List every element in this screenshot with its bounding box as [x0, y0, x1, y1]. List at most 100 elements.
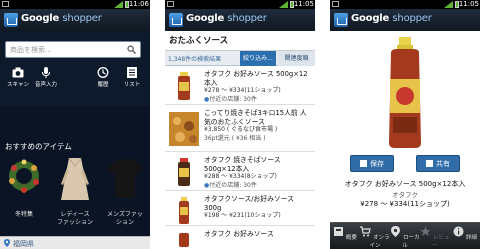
nav-reviews[interactable]: レビュー — [420, 223, 450, 249]
list-icon — [127, 67, 137, 78]
location-pin-icon — [4, 239, 10, 247]
history-icon — [97, 67, 109, 78]
share-icon — [426, 160, 433, 167]
detail-body: 保存 共有 オタフク お好みソース 500g×12本入 オタフク ¥278 ～ … — [330, 31, 480, 249]
recommended-item-label: レディース ファッション — [56, 211, 93, 226]
dress-image — [61, 157, 89, 200]
result-row[interactable]: オタフク お好みソース 500g×12本入 ¥278 ～ ¥334(11ショップ… — [165, 67, 315, 105]
location-label: 福岡県 — [13, 240, 34, 248]
notification-icon — [2, 1, 9, 7]
status-time: 11:05 — [293, 0, 314, 8]
product-thumbnail — [178, 158, 190, 186]
voice-input-button[interactable]: 音声入力 — [31, 67, 61, 88]
product-image — [389, 37, 421, 148]
recommended-heading: おすすめのアイテム — [5, 142, 72, 151]
recommended-item-mens[interactable]: メンズファッ ション — [104, 154, 146, 227]
shopper-logo-icon — [334, 13, 348, 27]
result-title: オタフク お好みソース 500g×12本入 — [204, 70, 308, 87]
result-row[interactable]: オタフク お好みソース — [165, 227, 315, 249]
nav-local[interactable]: ローカル — [390, 223, 420, 249]
search-icon[interactable] — [127, 45, 136, 54]
app-title: Google shopper — [21, 13, 102, 24]
status-time: 11:05 — [458, 0, 479, 8]
home-screen: 11:06 Google shopper 商品を検索... スキャン 音声入力 … — [0, 0, 150, 249]
scan-button[interactable]: スキャン — [3, 67, 33, 88]
result-row[interactable]: オタフク 焼きそばソース 500g×12本入 ¥288 ～ ¥334(8ショップ… — [165, 153, 315, 191]
result-row[interactable]: オタフクソース/お好みソース 300g ¥198 ～ ¥231(10ショップ) — [165, 192, 315, 226]
app-header: Google shopper — [330, 9, 480, 31]
recommended-item-label: メンズファッ ション — [107, 211, 143, 226]
tshirt-image — [107, 158, 143, 198]
signal-icon — [114, 1, 123, 8]
nav-online[interactable]: オンライン — [360, 223, 390, 249]
results-screen: 11:05 Google shopper おたふくソース 1,348件の検索結果… — [165, 0, 315, 249]
cart-icon — [360, 226, 372, 237]
result-text: オタフク 焼きそばソース 500g×12本入 ¥288 ～ ¥334(8ショップ… — [204, 156, 312, 190]
app-header: Google shopper — [165, 9, 315, 31]
app-title: Google shopper — [186, 13, 267, 24]
camera-icon — [12, 67, 24, 78]
sort-button[interactable]: 関連度順 — [278, 51, 315, 66]
list-label: リスト — [123, 82, 141, 88]
tool-bar: スキャン 音声入力 履歴 リスト — [0, 67, 150, 97]
product-thumbnail — [179, 233, 189, 247]
result-price: ¥288 ～ ¥334(8ショップ) — [204, 173, 277, 180]
detail-nav: 概要 オンライン ローカル レビュー 詳細 — [330, 222, 480, 249]
star-icon — [420, 226, 431, 236]
status-bar: 11:05 — [330, 0, 480, 9]
recommended-item-label: 冬特集 — [14, 211, 33, 218]
product-maker: オタフク — [392, 191, 418, 199]
result-text: オタフク お好みソース 500g×12本入 ¥278 ～ ¥334(11ショップ… — [204, 70, 312, 104]
map-pin-icon — [391, 226, 401, 237]
app-title: Google shopper — [351, 13, 432, 24]
save-button[interactable]: 保存 — [350, 155, 394, 172]
list-button[interactable]: リスト — [117, 67, 147, 88]
query-heading: おたふくソース — [165, 31, 315, 51]
detail-screen: 11:05 Google shopper 保存 共有 オタフク お好みソース 5… — [330, 0, 480, 249]
details-icon — [453, 226, 464, 237]
product-price: ¥278 ～ ¥334(11ショップ) — [360, 200, 450, 208]
search-input[interactable]: 商品を検索... — [5, 41, 141, 58]
results-body: おたふくソース 1,348件の検索結果 絞り込み... 関連度順 オタフク お好… — [165, 31, 315, 249]
wreath-image — [9, 159, 39, 193]
shopper-logo-icon — [4, 13, 18, 27]
result-row[interactable]: こってり焼きそば3キロ15人前 人気のおたふくソース ¥3,850 ( ぐるなび… — [165, 106, 315, 152]
recommended-item-ladies[interactable]: レディース ファッション — [54, 154, 96, 227]
result-text: オタフク お好みソース — [204, 230, 312, 239]
result-price: ¥278 ～ ¥334(11ショップ) — [204, 87, 281, 94]
result-title: オタフクソース/お好みソース 300g — [204, 195, 294, 212]
notification-icon — [332, 1, 339, 7]
home-body: 商品を検索... スキャン 音声入力 履歴 リスト おすすめのアイテム 冬特集 … — [0, 31, 150, 249]
detail-actions: 保存 共有 — [330, 155, 480, 173]
history-label: 履歴 — [97, 82, 109, 88]
search-placeholder: 商品を検索... — [10, 46, 52, 54]
save-icon — [360, 160, 367, 167]
history-button[interactable]: 履歴 — [88, 67, 118, 88]
status-bar: 11:05 — [165, 0, 315, 9]
recommended-section: おすすめのアイテム 冬特集 レディース ファッション メンズファッ ション — [0, 106, 150, 249]
save-label: 保存 — [370, 160, 384, 168]
result-note: ●付近の店舗: 30件 — [204, 181, 257, 189]
product-thumbnail — [179, 197, 189, 224]
status-time: 11:06 — [128, 0, 149, 8]
status-bar: 11:06 — [0, 0, 150, 9]
result-title: こってり焼きそば3キロ15人前 人気のおたふくソース — [204, 109, 307, 126]
recommended-item-winter[interactable]: 冬特集 — [3, 154, 45, 219]
result-price: ¥198 ～ ¥231(10ショップ) — [204, 212, 281, 219]
results-toolbar: 1,348件の検索結果 絞り込み... 関連度順 — [165, 51, 315, 66]
share-label: 共有 — [436, 160, 450, 168]
nav-details[interactable]: 詳細 — [450, 223, 480, 249]
product-title: オタフク お好みソース 500g×12本入 — [344, 180, 466, 188]
nav-overview[interactable]: 概要 — [330, 223, 360, 249]
shopper-logo-icon — [169, 13, 183, 27]
filter-button[interactable]: 絞り込み... — [240, 51, 276, 66]
result-title: オタフク お好みソース — [204, 230, 274, 238]
location-bar[interactable]: 福岡県 — [0, 236, 150, 249]
signal-icon — [444, 1, 453, 8]
share-button[interactable]: 共有 — [416, 155, 460, 172]
result-text: こってり焼きそば3キロ15人前 人気のおたふくソース ¥3,850 ( ぐるなび… — [204, 109, 312, 143]
overview-icon — [334, 227, 344, 236]
result-price: ¥3,850 ( ぐるなび食市場 ) — [204, 126, 278, 133]
result-title: オタフク 焼きそばソース 500g×12本入 — [204, 156, 281, 173]
microphone-icon — [42, 67, 50, 78]
